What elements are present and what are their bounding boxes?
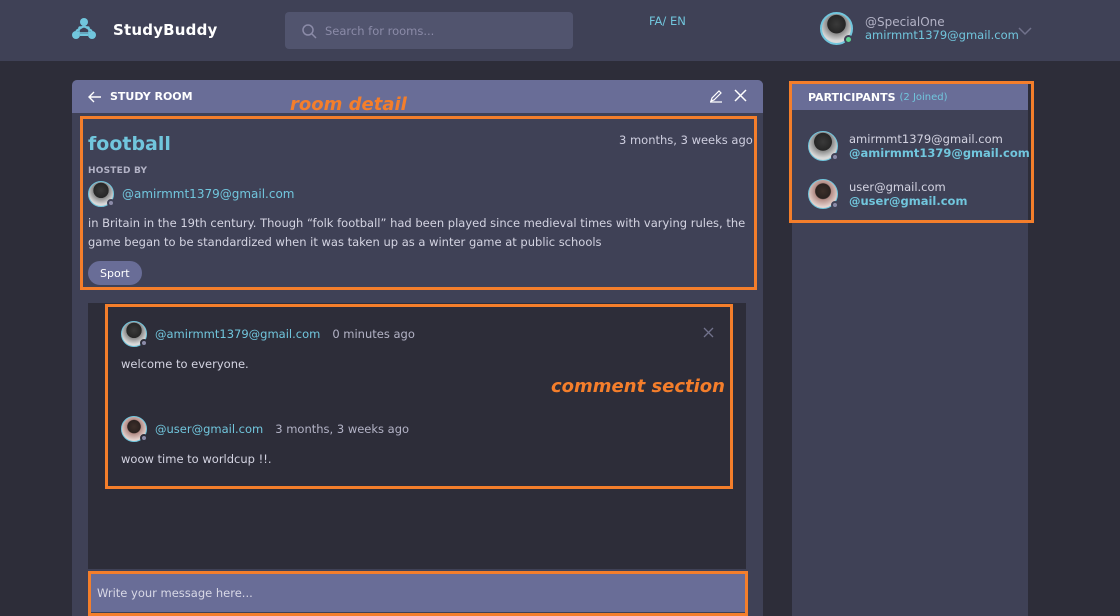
user-menu[interactable]: @SpecialOne amirmmt1379@gmail.com — [820, 12, 1019, 45]
lang-en-link[interactable]: EN — [670, 14, 686, 28]
app-name: StudyBuddy — [113, 21, 218, 39]
user-handle: @SpecialOne — [865, 14, 945, 29]
message-input-highlight-box — [88, 571, 748, 616]
online-status-dot — [844, 35, 853, 44]
user-email: amirmmt1379@gmail.com — [865, 27, 1019, 42]
avatar[interactable] — [820, 12, 853, 45]
language-switcher: FA/ EN — [649, 14, 686, 28]
comment-section-annotation: comment section — [551, 376, 725, 397]
search-icon — [302, 23, 317, 39]
search-input[interactable] — [325, 23, 555, 38]
lang-fa-link[interactable]: FA/ — [649, 14, 666, 28]
participants-highlight-box — [789, 81, 1034, 223]
chevron-down-icon[interactable] — [1018, 21, 1032, 40]
top-navbar: StudyBuddy FA/ EN @SpecialOne amirmmt137… — [0, 0, 1120, 61]
study-buddy-logo-icon — [72, 18, 96, 39]
pencil-icon[interactable] — [709, 89, 723, 103]
room-detail-highlight-box — [80, 116, 757, 290]
arrow-left-icon[interactable] — [88, 90, 102, 104]
close-icon[interactable] — [734, 89, 747, 102]
room-header-title: STUDY ROOM — [110, 90, 193, 103]
search-bar[interactable] — [285, 12, 573, 49]
room-header: STUDY ROOM — [72, 80, 763, 113]
user-info: @SpecialOne amirmmt1379@gmail.com — [865, 14, 1019, 42]
logo[interactable]: StudyBuddy — [70, 16, 218, 44]
room-detail-annotation: room detail — [290, 94, 407, 115]
